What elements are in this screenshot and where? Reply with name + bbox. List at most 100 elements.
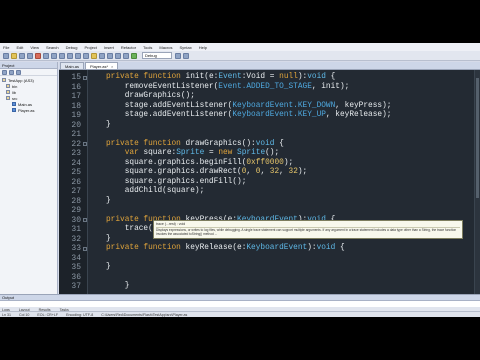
code-line: addChild(square); [106, 187, 205, 195]
code-line: drawGraphics(); [106, 92, 195, 100]
editor-vertical-scrollbar[interactable] [474, 70, 480, 294]
line-number: 24 [71, 158, 81, 168]
indent-icon[interactable] [99, 52, 105, 59]
code-line: square.graphics.endFill(); [106, 177, 247, 186]
code-line: } [106, 234, 111, 243]
project-properties-icon[interactable] [9, 69, 14, 75]
line-number: 29 [71, 206, 81, 215]
code-line: removeEventListener(Event.ADDED_TO_STAGE… [106, 82, 350, 91]
cut-icon[interactable] [35, 52, 41, 59]
status-eol: EOL: CR+LF [37, 312, 59, 317]
help-icon[interactable] [183, 52, 189, 59]
comment-icon[interactable] [115, 52, 121, 59]
line-number: 25 [71, 168, 81, 177]
settings-icon[interactable] [175, 52, 181, 59]
code-line: var square:Sprite = new Sprite(); [106, 149, 280, 157]
save-icon[interactable] [19, 52, 25, 59]
menu-refactor[interactable]: Refactor [121, 45, 136, 50]
paste-icon[interactable] [51, 52, 57, 59]
project-panel-title: Project [0, 62, 57, 69]
line-number: 22 [71, 139, 81, 149]
folder-icon [6, 90, 10, 94]
code-line: square.graphics.drawRect(0, 0, 32, 32); [106, 168, 308, 176]
scrollbar-thumb[interactable] [476, 78, 479, 198]
line-number: 16 [71, 82, 81, 92]
status-encoding: Encoding: UTF-8 [66, 312, 94, 317]
tab-main-as[interactable]: Main.as [60, 62, 85, 69]
line-number: 23 [71, 149, 81, 158]
replace-icon[interactable] [83, 52, 89, 59]
line-number: 30 [71, 215, 81, 225]
project-tree: TestApp (AS3) bin lib src Main.as Player… [0, 76, 57, 113]
tree-item-player-as[interactable]: Player.as [0, 107, 57, 113]
line-number: 20 [71, 120, 81, 130]
code-editor[interactable]: 15 16 17 18 19 20 21 22 23 24 25 26 27 28 29 30 31 32 33 34… [59, 70, 480, 294]
project-show-hidden-icon[interactable] [16, 69, 21, 75]
menu-project[interactable]: Project [84, 45, 96, 50]
code-line: stage.addEventListener(KeyboardEvent.KEY… [106, 111, 392, 119]
project-refresh-icon[interactable] [2, 69, 7, 75]
find-icon[interactable] [75, 52, 81, 59]
folder-icon [6, 84, 10, 88]
line-number: 34 [71, 253, 81, 263]
fold-toggle-icon[interactable] [83, 246, 87, 251]
status-bar: Ln 31 Col 10 EOL: CR+LF Encoding: UTF-8 … [0, 311, 480, 317]
menu-view[interactable]: View [30, 45, 39, 50]
folder-icon [6, 96, 10, 100]
line-number: 31 [71, 225, 81, 234]
redo-icon[interactable] [67, 52, 73, 59]
line-number: 33 [71, 244, 81, 253]
document-tabs: Main.as Player.as* × [59, 62, 480, 70]
status-file-path: C:\Users\Red\Documents\Flash\TestApp\src… [101, 312, 188, 317]
close-tab-icon[interactable]: × [111, 63, 113, 70]
line-number: 27 [71, 187, 81, 196]
code-line: private function drawGraphics():void { [106, 139, 284, 148]
line-number: 26 [71, 177, 81, 187]
menu-search[interactable]: Search [46, 45, 59, 50]
outdent-icon[interactable] [107, 52, 113, 59]
editor-area: Main.as Player.as* × 15 16 17 18 19 20 21 22 23 24… [59, 62, 480, 294]
new-file-icon[interactable] [3, 52, 9, 59]
menu-help[interactable]: Help [199, 45, 207, 50]
code-line: private function keyRelease(e:KeyboardEv… [106, 244, 345, 252]
line-number: 21 [71, 130, 81, 139]
project-icon [2, 78, 6, 82]
tooltip-description: Displays expressions, or writes to log f… [156, 228, 457, 237]
build-icon[interactable] [123, 52, 129, 59]
line-number: 35 [71, 263, 81, 272]
menu-edit[interactable]: Edit [16, 45, 23, 50]
copy-icon[interactable] [43, 52, 49, 59]
code-line: } [106, 120, 111, 129]
undo-icon[interactable] [59, 52, 65, 59]
tab-player-as[interactable]: Player.as* × [85, 62, 119, 70]
menu-insert[interactable]: Insert [104, 45, 114, 50]
line-number: 32 [71, 234, 81, 244]
status-line: Ln 31 [2, 312, 11, 317]
code-line: } [106, 282, 130, 290]
code-line: trace( [106, 225, 153, 233]
bookmark-icon[interactable] [91, 52, 97, 59]
line-number: 19 [71, 111, 81, 120]
line-number-gutter: 15 16 17 18 19 20 21 22 23 24 25 26 27 28 29 30 31 32 33 34… [59, 70, 88, 294]
project-panel-toolbar [0, 69, 57, 76]
as-file-icon [12, 108, 16, 112]
menu-syntax[interactable]: Syntax [180, 45, 192, 50]
save-all-icon[interactable] [27, 52, 33, 59]
code-line: stage.addEventListener(KeyboardEvent.KEY… [106, 101, 392, 110]
fold-toggle-icon[interactable] [83, 142, 87, 146]
test-movie-icon[interactable] [131, 52, 137, 59]
menu-file[interactable]: File [3, 45, 9, 50]
line-number: 28 [71, 196, 81, 206]
line-number: 15 [71, 73, 81, 82]
build-config-select[interactable]: Debug [142, 52, 172, 59]
menu-debug[interactable]: Debug [66, 45, 78, 50]
code-hint-tooltip: trace (...rest) : void Displays expressi… [153, 220, 463, 239]
fold-toggle-icon[interactable] [83, 218, 87, 222]
line-number: 37 [71, 282, 81, 291]
menu-tools[interactable]: Tools [143, 45, 152, 50]
fold-toggle-icon[interactable] [83, 75, 87, 80]
menu-macros[interactable]: Macros [159, 45, 172, 50]
line-number: 17 [71, 92, 81, 101]
open-folder-icon[interactable] [11, 52, 17, 59]
as-file-icon [12, 102, 16, 106]
